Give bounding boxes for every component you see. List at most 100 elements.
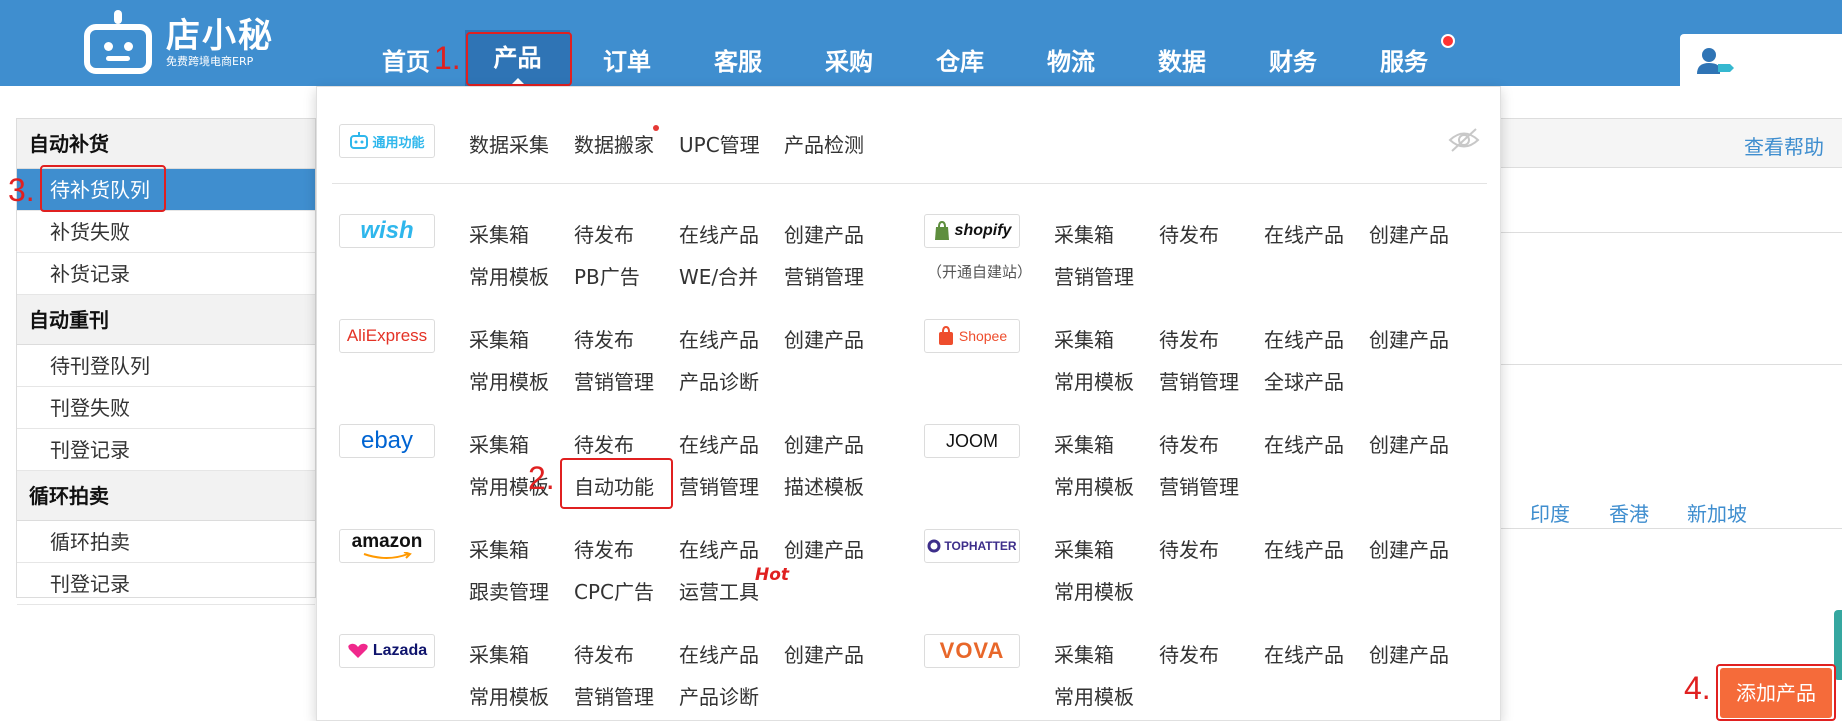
help-link[interactable]: 查看帮助 — [1744, 131, 1824, 160]
nav-home[interactable]: 首页 — [382, 42, 430, 77]
shopee-link-online-products[interactable]: 在线产品 — [1264, 324, 1344, 353]
vova-link-templates[interactable]: 常用模板 — [1054, 681, 1134, 710]
tophatter-link-templates[interactable]: 常用模板 — [1054, 576, 1134, 605]
nav-warehouse[interactable]: 仓库 — [936, 42, 984, 77]
shopee-link-create-product[interactable]: 创建产品 — [1369, 324, 1449, 353]
wish-link-online-products[interactable]: 在线产品 — [679, 219, 759, 248]
platform-badge-ebay[interactable]: ebay — [339, 424, 435, 458]
amazon-link-collect-box[interactable]: 采集箱 — [469, 534, 529, 563]
tophatter-link-create-product[interactable]: 创建产品 — [1369, 534, 1449, 563]
shopify-open-site-caption[interactable]: （开通自建站） — [927, 261, 1032, 282]
lazada-link-create-product[interactable]: 创建产品 — [784, 639, 864, 668]
lazada-link-collect-box[interactable]: 采集箱 — [469, 639, 529, 668]
ebay-link-online-products[interactable]: 在线产品 — [679, 429, 759, 458]
user-menu[interactable] — [1680, 34, 1842, 86]
joom-link-marketing[interactable]: 营销管理 — [1159, 471, 1239, 500]
region-link-india[interactable]: 印度 — [1530, 498, 1570, 527]
amazon-link-online-products[interactable]: 在线产品 — [679, 534, 759, 563]
ebay-link-description-templates[interactable]: 描述模板 — [784, 471, 864, 500]
sidebar-item-restock-failed[interactable]: 补货失败 — [17, 211, 315, 253]
nav-orders[interactable]: 订单 — [603, 42, 651, 77]
shopee-link-templates[interactable]: 常用模板 — [1054, 366, 1134, 395]
wish-link-templates[interactable]: 常用模板 — [469, 261, 549, 290]
menu-link-data-collection[interactable]: 数据采集 — [469, 129, 549, 158]
tophatter-link-online-products[interactable]: 在线产品 — [1264, 534, 1344, 563]
platform-badge-amazon[interactable]: amazon — [339, 529, 435, 563]
amazon-link-to-publish[interactable]: 待发布 — [574, 534, 634, 563]
menu-link-data-migration[interactable]: 数据搬家 — [574, 129, 654, 158]
nav-purchase[interactable]: 采购 — [825, 42, 873, 77]
wish-link-we-merge[interactable]: WE/合并 — [679, 261, 758, 290]
vova-link-online-products[interactable]: 在线产品 — [1264, 639, 1344, 668]
aliexpress-link-diagnosis[interactable]: 产品诊断 — [679, 366, 759, 395]
shopify-link-online-products[interactable]: 在线产品 — [1264, 219, 1344, 248]
wish-link-collect-box[interactable]: 采集箱 — [469, 219, 529, 248]
tophatter-link-collect-box[interactable]: 采集箱 — [1054, 534, 1114, 563]
platform-badge-wish[interactable]: wish — [339, 214, 435, 248]
wish-link-marketing[interactable]: 营销管理 — [784, 261, 864, 290]
aliexpress-link-online-products[interactable]: 在线产品 — [679, 324, 759, 353]
joom-link-create-product[interactable]: 创建产品 — [1369, 429, 1449, 458]
lazada-link-templates[interactable]: 常用模板 — [469, 681, 549, 710]
hide-eye-off-icon[interactable] — [1447, 127, 1481, 153]
nav-logistics[interactable]: 物流 — [1047, 42, 1095, 77]
ebay-link-create-product[interactable]: 创建产品 — [784, 429, 864, 458]
region-link-singapore[interactable]: 新加坡 — [1687, 498, 1747, 527]
aliexpress-link-templates[interactable]: 常用模板 — [469, 366, 549, 395]
joom-link-to-publish[interactable]: 待发布 — [1159, 429, 1219, 458]
lazada-link-online-products[interactable]: 在线产品 — [679, 639, 759, 668]
joom-link-templates[interactable]: 常用模板 — [1054, 471, 1134, 500]
nav-customer-service[interactable]: 客服 — [714, 42, 762, 77]
platform-badge-tophatter[interactable]: TOPHATTER — [924, 529, 1020, 563]
platform-badge-shopee[interactable]: Shopee — [924, 319, 1020, 353]
sidebar-item-listing-failed[interactable]: 刊登失败 — [17, 387, 315, 429]
shopee-link-global-products[interactable]: 全球产品 — [1264, 366, 1344, 395]
amazon-link-create-product[interactable]: 创建产品 — [784, 534, 864, 563]
shopify-link-to-publish[interactable]: 待发布 — [1159, 219, 1219, 248]
nav-finance[interactable]: 财务 — [1269, 42, 1317, 77]
brand-logo[interactable]: 店小秘 免费跨境电商ERP — [80, 8, 274, 78]
aliexpress-link-collect-box[interactable]: 采集箱 — [469, 324, 529, 353]
wish-link-pb-ads[interactable]: PB广告 — [574, 261, 640, 290]
lazada-link-marketing[interactable]: 营销管理 — [574, 681, 654, 710]
sidebar-item-auction-listing-records[interactable]: 刊登记录 — [17, 563, 315, 605]
joom-link-collect-box[interactable]: 采集箱 — [1054, 429, 1114, 458]
sidebar-item-restock-records[interactable]: 补货记录 — [17, 253, 315, 295]
vova-link-create-product[interactable]: 创建产品 — [1369, 639, 1449, 668]
shopee-link-marketing[interactable]: 营销管理 — [1159, 366, 1239, 395]
shopee-link-to-publish[interactable]: 待发布 — [1159, 324, 1219, 353]
menu-link-upc-management[interactable]: UPC管理 — [679, 129, 760, 158]
ebay-link-marketing[interactable]: 营销管理 — [679, 471, 759, 500]
vova-link-to-publish[interactable]: 待发布 — [1159, 639, 1219, 668]
sidebar-item-listing-queue[interactable]: 待刊登队列 — [17, 345, 315, 387]
joom-link-online-products[interactable]: 在线产品 — [1264, 429, 1344, 458]
lazada-link-diagnosis[interactable]: 产品诊断 — [679, 681, 759, 710]
platform-badge-shopify[interactable]: shopify — [924, 214, 1020, 248]
aliexpress-link-marketing[interactable]: 营销管理 — [574, 366, 654, 395]
sidebar-item-listing-records[interactable]: 刊登记录 — [17, 429, 315, 471]
platform-badge-joom[interactable]: JOOM — [924, 424, 1020, 458]
shopify-link-marketing[interactable]: 营销管理 — [1054, 261, 1134, 290]
shopee-link-collect-box[interactable]: 采集箱 — [1054, 324, 1114, 353]
lazada-link-to-publish[interactable]: 待发布 — [574, 639, 634, 668]
wish-link-to-publish[interactable]: 待发布 — [574, 219, 634, 248]
region-link-hongkong[interactable]: 香港 — [1609, 498, 1649, 527]
platform-badge-aliexpress[interactable]: AliExpress — [339, 319, 435, 353]
ebay-link-to-publish[interactable]: 待发布 — [574, 429, 634, 458]
aliexpress-link-to-publish[interactable]: 待发布 — [574, 324, 634, 353]
platform-badge-lazada[interactable]: Lazada — [339, 634, 435, 668]
tophatter-link-to-publish[interactable]: 待发布 — [1159, 534, 1219, 563]
amazon-link-ops-tools[interactable]: 运营工具 — [679, 576, 759, 605]
shopify-link-collect-box[interactable]: 采集箱 — [1054, 219, 1114, 248]
menu-link-product-check[interactable]: 产品检测 — [784, 129, 864, 158]
sidebar-item-cyclic-auction[interactable]: 循环拍卖 — [17, 521, 315, 563]
shopify-link-create-product[interactable]: 创建产品 — [1369, 219, 1449, 248]
nav-services[interactable]: 服务 — [1380, 42, 1428, 77]
platform-badge-vova[interactable]: VOVA — [924, 634, 1020, 668]
nav-data[interactable]: 数据 — [1158, 42, 1206, 77]
ebay-link-collect-box[interactable]: 采集箱 — [469, 429, 529, 458]
aliexpress-link-create-product[interactable]: 创建产品 — [784, 324, 864, 353]
wish-link-create-product[interactable]: 创建产品 — [784, 219, 864, 248]
vova-link-collect-box[interactable]: 采集箱 — [1054, 639, 1114, 668]
amazon-link-follow-sell[interactable]: 跟卖管理 — [469, 576, 549, 605]
